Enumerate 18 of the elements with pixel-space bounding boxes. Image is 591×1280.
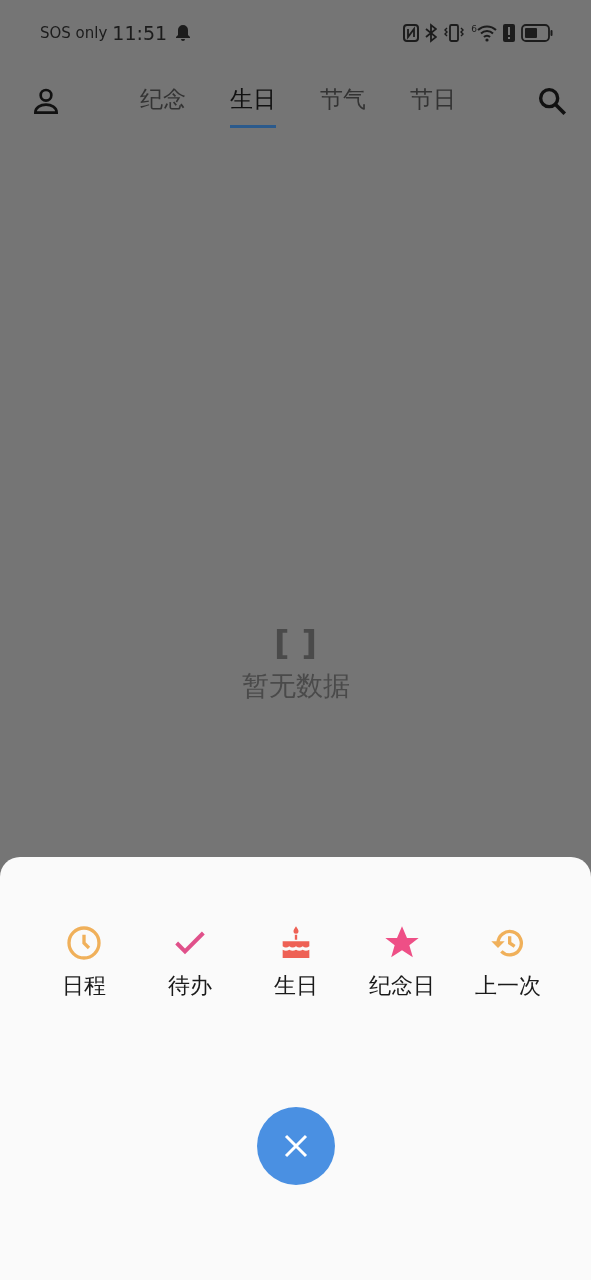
battery-icon — [521, 24, 553, 42]
close-icon — [282, 1133, 309, 1159]
bell-icon — [175, 24, 192, 42]
add-option[interactable]: 日程 — [35, 923, 132, 1001]
carrier-text: SOS only — [40, 24, 108, 42]
vibrate-icon — [443, 23, 466, 43]
nfc-icon — [403, 24, 420, 42]
empty-brackets: [ ] — [274, 626, 317, 660]
wifi-generation-label: 6 — [471, 24, 477, 34]
wifi-icon — [477, 24, 497, 42]
add-option[interactable]: 上一次 — [459, 923, 556, 1001]
bluetooth-icon — [425, 23, 438, 43]
alert-icon — [503, 24, 515, 42]
clock-time: 11:51 — [112, 22, 168, 44]
category-tab[interactable]: 生日 — [230, 66, 276, 128]
add-option[interactable]: 待办 — [141, 923, 238, 1001]
add-option[interactable]: 纪念日 — [353, 923, 450, 1001]
add-option[interactable]: 生日 — [247, 923, 344, 1001]
